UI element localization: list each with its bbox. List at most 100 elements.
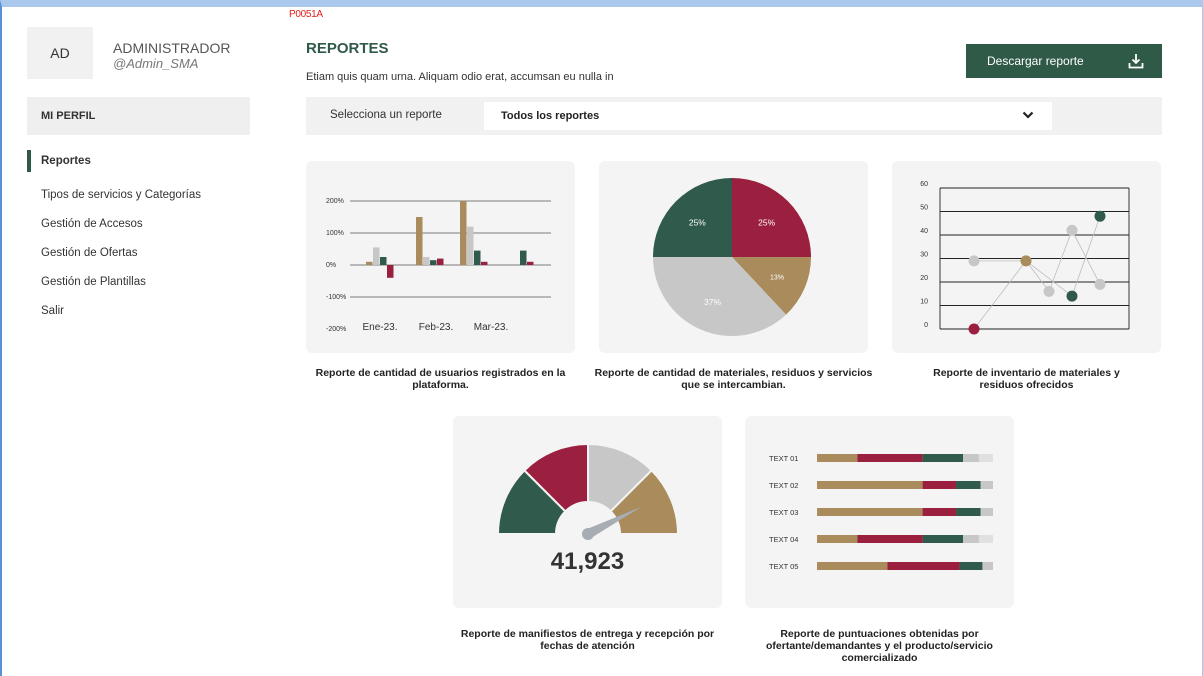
ratings-stacked-bars: TEXT 01 TEXT 02 TEXT 03 TEXT 04 TEXT 05 — [769, 454, 993, 571]
download-button-label: Descargar reporte — [987, 54, 1084, 68]
filter-label: Selecciona un reporte — [330, 109, 442, 121]
x-tick-label: Feb-23. — [419, 322, 453, 333]
manifests-report-caption: Reporte de manifiestos de entrega y rece… — [460, 628, 715, 652]
connector-line — [973, 260, 1027, 330]
download-report-button[interactable]: Descargar reporte — [966, 44, 1162, 78]
bar — [467, 226, 474, 265]
data-point — [968, 255, 980, 267]
materials-pie-chart: 25% 13% 37% 25% — [653, 178, 811, 336]
user-name: ADMINISTRADOR — [113, 40, 231, 56]
pie-label: 13% — [770, 274, 784, 281]
bar-segment — [963, 454, 979, 462]
bar-segment — [956, 508, 981, 516]
screen-code: P0051A — [289, 9, 323, 20]
avatar[interactable]: AD — [27, 27, 93, 79]
inventory-chart-card[interactable]: 60 50 40 30 20 10 0 — [892, 161, 1161, 353]
manifests-gauge — [496, 442, 680, 540]
profile-button[interactable]: MI PERFIL — [27, 97, 250, 135]
materials-chart-card[interactable]: 25% 13% 37% 25% — [599, 161, 868, 353]
data-point — [1066, 224, 1078, 236]
x-tick-label: Mar-23. — [474, 322, 508, 333]
y-tick-label: -200% — [326, 326, 346, 333]
bar — [380, 257, 387, 265]
bar — [460, 201, 467, 265]
bar — [373, 247, 380, 265]
ratings-report-caption: Reporte de puntuaciones obtenidas por of… — [766, 628, 993, 664]
sidebar-item-tipos-servicios[interactable]: Tipos de servicios y Categorías — [27, 180, 257, 209]
user-handle: @Admin_SMA — [113, 56, 199, 71]
bar-segment — [978, 454, 993, 462]
bar-segment — [817, 481, 923, 489]
materials-report-caption: Reporte de cantidad de materiales, resid… — [594, 367, 873, 391]
bar-segment — [963, 535, 979, 543]
report-select-value: Todos los reportes — [501, 110, 600, 122]
y-tick-label: 50 — [920, 205, 928, 212]
y-tick-label: 100% — [326, 230, 344, 237]
bar-segment — [817, 508, 923, 516]
sidebar-nav: Reportes Tipos de servicios y Categorías… — [27, 145, 257, 325]
row-label: TEXT 04 — [769, 535, 798, 544]
gauge-value: 41,923 — [550, 548, 625, 575]
y-tick-label: -100% — [326, 294, 346, 301]
bar — [474, 250, 481, 265]
y-tick-label: 20 — [920, 275, 928, 282]
bar-segment — [956, 481, 981, 489]
x-tick-label: Ene-23. — [362, 322, 397, 333]
data-point — [1094, 210, 1106, 222]
download-icon — [1128, 53, 1144, 72]
page-title: REPORTES — [306, 40, 389, 57]
users-report-caption: Reporte de cantidad de usuarios registra… — [315, 367, 566, 391]
bar — [366, 261, 373, 265]
pie-label: 25% — [689, 217, 706, 227]
bar-segment — [857, 454, 923, 462]
users-chart-card[interactable]: 200% 100% 0% -100% -200% Ene-23. Feb-23. Mar-23… — [306, 161, 575, 353]
y-tick-label: 0 — [924, 322, 928, 329]
chevron-down-icon — [1022, 110, 1034, 123]
bar — [437, 258, 444, 265]
sidebar-item-gestion-accesos[interactable]: Gestión de Accesos — [27, 209, 257, 238]
row-label: TEXT 02 — [769, 481, 798, 490]
bar-segment — [980, 508, 993, 516]
y-tick-label: 10 — [920, 299, 928, 306]
data-point — [1043, 285, 1055, 297]
bar-segment — [922, 508, 957, 516]
ratings-chart-card[interactable]: TEXT 01 TEXT 02 TEXT 03 TEXT 04 TEXT 05 — [745, 416, 1014, 608]
y-tick-label: 0% — [326, 262, 336, 269]
bar — [387, 265, 394, 278]
bar-segment — [857, 535, 923, 543]
pie-label: 25% — [758, 217, 775, 227]
y-tick-label: 40 — [920, 228, 928, 235]
bar-segment — [817, 535, 858, 543]
report-filter-bar: Selecciona un reporte Todos los reportes — [306, 97, 1162, 135]
y-tick-label: 30 — [920, 252, 928, 259]
data-point — [1094, 278, 1106, 290]
y-tick-label: 200% — [326, 198, 344, 205]
bar — [520, 250, 527, 265]
bar-segment — [978, 535, 993, 543]
data-point — [968, 323, 980, 335]
sidebar-item-salir[interactable]: Salir — [27, 296, 257, 325]
data-point — [1066, 290, 1078, 302]
gauge-needle-hub — [582, 528, 594, 540]
bar-segment — [922, 481, 957, 489]
row-label: TEXT 05 — [769, 562, 798, 571]
sidebar-item-gestion-plantillas[interactable]: Gestión de Plantillas — [27, 267, 257, 296]
bar — [481, 261, 488, 265]
sidebar-item-reportes[interactable]: Reportes — [27, 145, 257, 177]
bar — [527, 261, 534, 265]
sidebar-item-gestion-ofertas[interactable]: Gestión de Ofertas — [27, 238, 257, 267]
inventory-report-caption: Reporte de inventario de materiales y re… — [933, 367, 1120, 391]
y-tick-label: 60 — [920, 181, 928, 188]
row-label: TEXT 03 — [769, 508, 798, 517]
connector-line — [1071, 230, 1101, 285]
bar-segment — [922, 454, 964, 462]
report-select[interactable]: Todos los reportes — [484, 102, 1052, 130]
inventory-dot-chart: 60 50 40 30 20 10 0 — [920, 181, 1130, 335]
row-label: TEXT 01 — [769, 454, 798, 463]
manifests-chart-card[interactable]: 41,923 — [453, 416, 722, 608]
bar-segment — [980, 481, 993, 489]
users-bar-chart: 200% 100% 0% -100% -200% Ene-23. Feb-23. Mar-23… — [326, 198, 551, 333]
bar-segment — [817, 562, 888, 570]
bar-segment — [887, 562, 960, 570]
bar — [423, 257, 430, 265]
